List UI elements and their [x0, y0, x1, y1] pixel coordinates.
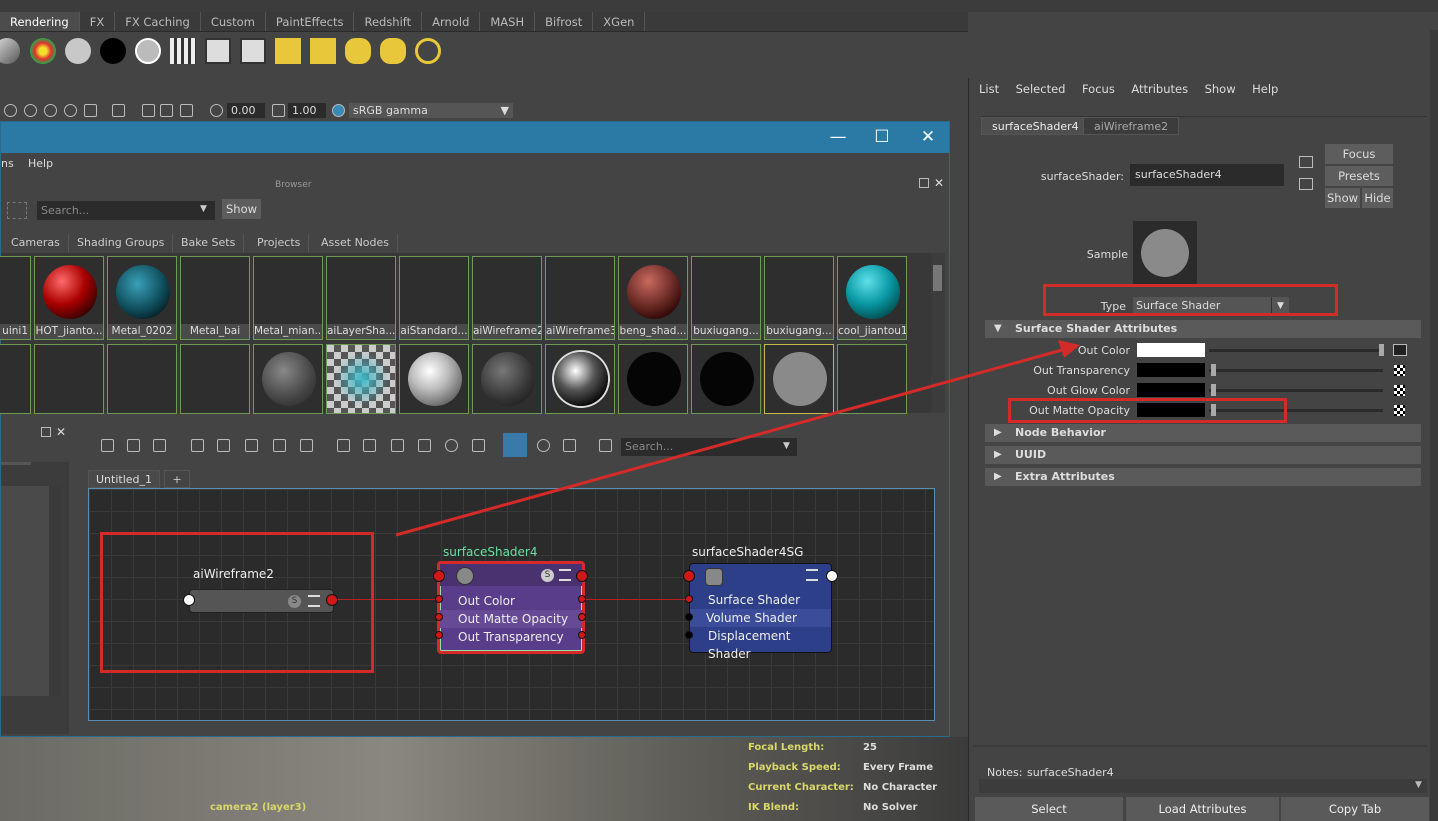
- annotation-arrow: [395, 340, 1080, 537]
- arrow-head: [1058, 340, 1080, 358]
- arrow-line: [395, 348, 1063, 537]
